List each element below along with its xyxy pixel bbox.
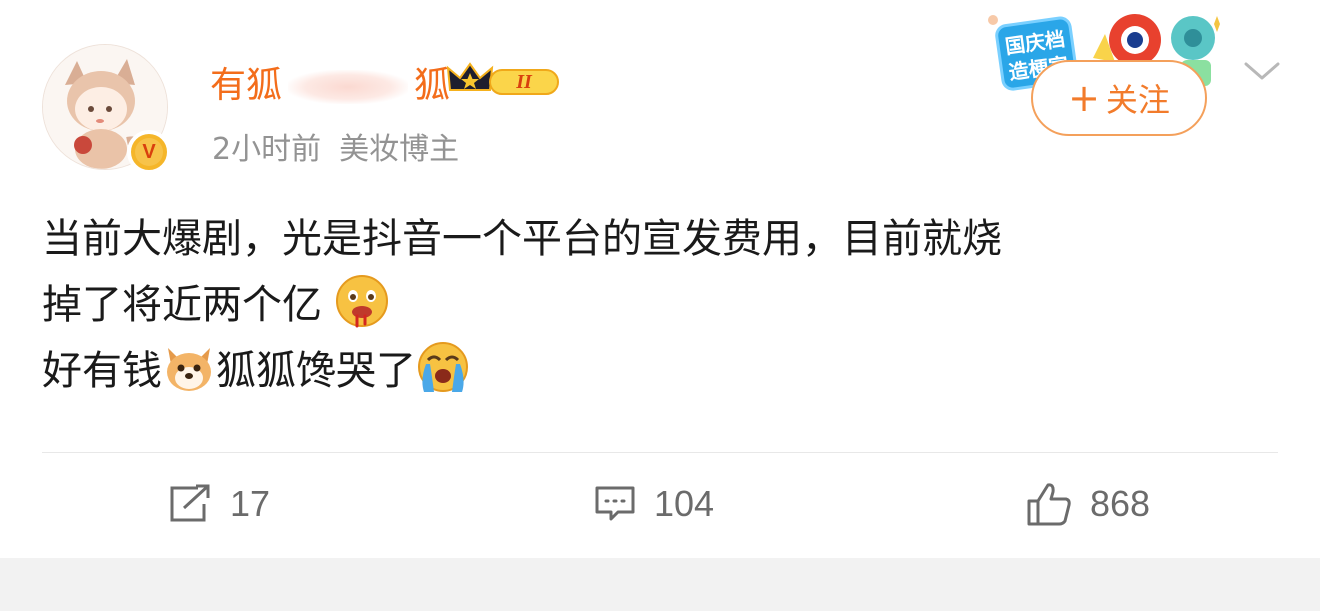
username-end: 狐 xyxy=(414,65,451,106)
verified-badge-label: V xyxy=(135,138,163,166)
plus-icon: + xyxy=(1068,76,1100,120)
username-redaction xyxy=(288,70,409,104)
post-line-3a-text: 好有钱 xyxy=(42,348,162,394)
post-line-2: 掉了将近两个亿 xyxy=(42,272,1282,338)
post-time: 2小时前 xyxy=(212,132,322,167)
username[interactable]: 有狐 狐 xyxy=(210,56,450,108)
comment-icon xyxy=(595,486,635,521)
comment-count: 104 xyxy=(654,483,715,524)
comment-button[interactable]: 104 xyxy=(594,476,714,532)
username-start: 有狐 xyxy=(210,65,283,106)
dog-face-emoji xyxy=(167,348,211,391)
follow-button[interactable]: + 关注 xyxy=(1031,60,1207,136)
level-badge-text: II xyxy=(515,71,533,93)
like-button[interactable]: 868 xyxy=(1026,476,1150,532)
like-count: 868 xyxy=(1090,483,1151,524)
post-line-3: 好有钱 狐狐馋哭了 xyxy=(42,338,1282,404)
post-content: 当前大爆剧，光是抖音一个平台的宣发费用，目前就烧 掉了将近两个亿 好有钱 狐狐馋… xyxy=(42,206,1282,404)
post-line-1: 当前大爆剧，光是抖音一个平台的宣发费用，目前就烧 xyxy=(42,216,1002,262)
crown-level-badge: II xyxy=(446,62,559,95)
chevron-down-icon[interactable] xyxy=(1242,60,1282,84)
drooling-face-emoji xyxy=(335,275,388,328)
repost-button[interactable]: 17 xyxy=(168,476,270,532)
post-line-2-text: 掉了将近两个亿 xyxy=(42,282,322,328)
post-meta: 2小时前 美妆博主 xyxy=(212,124,459,168)
divider xyxy=(42,452,1278,453)
follow-button-label: 关注 xyxy=(1105,81,1170,119)
post-line-3b-text: 狐狐馋哭了 xyxy=(216,348,416,394)
repost-icon xyxy=(170,484,210,522)
repost-count: 17 xyxy=(230,483,271,524)
crying-face-emoji xyxy=(418,342,468,392)
verified-badge: V xyxy=(127,130,171,174)
thumbs-up-icon xyxy=(1027,483,1071,526)
feed-gap xyxy=(0,558,1320,611)
author-tag: 美妆博主 xyxy=(339,132,460,167)
